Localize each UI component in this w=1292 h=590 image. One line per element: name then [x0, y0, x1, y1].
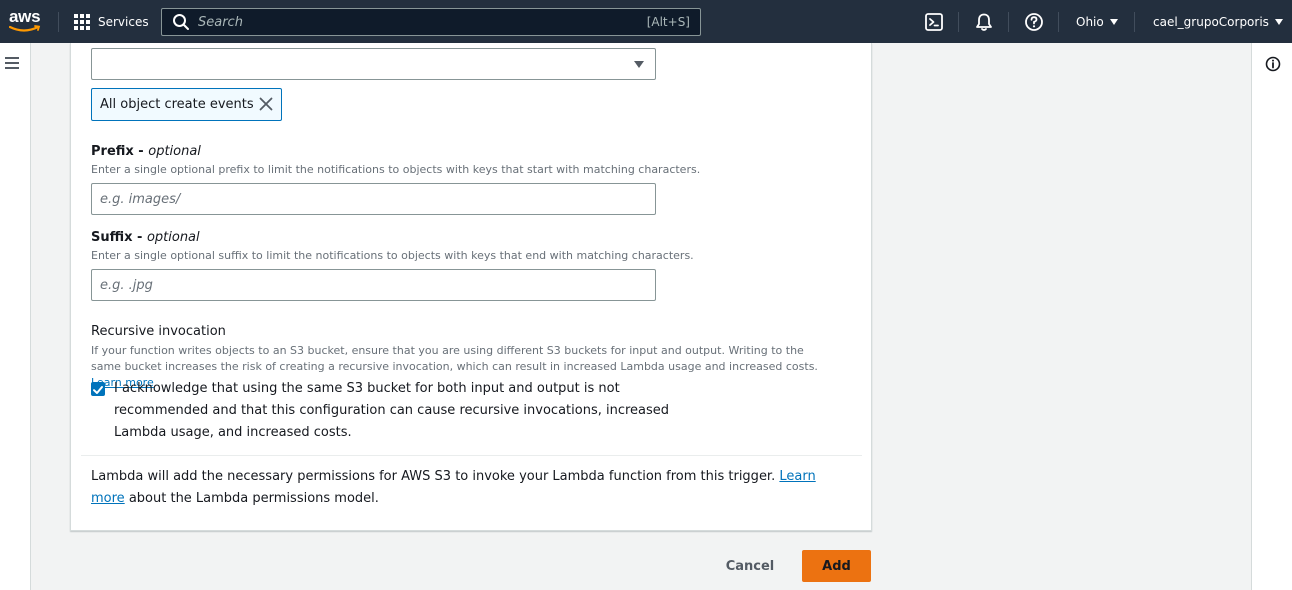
event-types-select[interactable]: [91, 48, 656, 80]
suffix-input[interactable]: [91, 269, 656, 301]
nav-divider: [1008, 12, 1009, 32]
caret-down-icon: [1274, 18, 1283, 25]
search-shortcut: [Alt+S]: [646, 15, 690, 29]
account-label: cael_grupoCorporis: [1153, 14, 1269, 29]
suffix-label: Suffix - optional: [91, 230, 200, 245]
section-divider: [81, 455, 862, 456]
left-navigation-rail: [0, 43, 31, 590]
search-box[interactable]: Search [Alt+S]: [161, 8, 701, 36]
region-label: Ohio: [1076, 14, 1104, 29]
info-icon[interactable]: [1265, 56, 1281, 72]
prefix-input[interactable]: [91, 183, 656, 215]
aws-logo-text: aws: [9, 7, 41, 26]
nav-divider: [1058, 12, 1059, 32]
search-icon: [173, 14, 189, 30]
recursive-description-text: If your function writes objects to an S3…: [91, 344, 818, 373]
prefix-optional-text: optional: [148, 144, 201, 159]
services-grid-icon: [74, 13, 90, 30]
caret-down-icon: [1109, 18, 1118, 25]
nav-divider: [58, 12, 59, 32]
cloudshell-icon[interactable]: [924, 12, 944, 32]
services-label: Services: [98, 14, 149, 29]
caret-down-icon: [634, 61, 644, 68]
permissions-suffix-text: about the Lambda permissions model.: [128, 491, 379, 506]
services-menu[interactable]: Services: [74, 0, 149, 43]
help-icon[interactable]: [1024, 12, 1044, 32]
prefix-label-text: Prefix -: [91, 144, 149, 159]
event-type-token-label: All object create events: [100, 97, 254, 112]
top-navigation: aws Services Search [Alt+S] Ohio cael_gr…: [0, 0, 1292, 43]
acknowledge-checkbox[interactable]: [91, 382, 105, 396]
nav-divider: [1134, 12, 1135, 32]
search-input[interactable]: Search: [198, 15, 647, 30]
bell-icon[interactable]: [974, 12, 994, 32]
lambda-permissions-note: Lambda will add the necessary permission…: [91, 466, 851, 510]
aws-smile-icon: [9, 25, 41, 32]
prefix-label: Prefix - optional: [91, 144, 201, 159]
permissions-text: Lambda will add the necessary permission…: [91, 469, 776, 484]
suffix-optional-text: optional: [146, 230, 200, 245]
suffix-label-text: Suffix -: [91, 230, 147, 245]
region-selector[interactable]: Ohio: [1076, 0, 1118, 43]
aws-logo[interactable]: aws: [9, 7, 43, 35]
trigger-configuration-panel: All object create events Prefix - option…: [70, 43, 872, 531]
recursive-invocation-heading: Recursive invocation: [91, 324, 226, 339]
cancel-button[interactable]: Cancel: [712, 550, 788, 582]
event-type-token: All object create events: [91, 88, 282, 121]
add-button[interactable]: Add: [802, 550, 871, 582]
remove-token-icon[interactable]: [259, 97, 273, 111]
prefix-description: Enter a single optional prefix to limit …: [91, 163, 701, 176]
acknowledge-label: I acknowledge that using the same S3 buc…: [114, 381, 670, 440]
account-menu[interactable]: cael_grupoCorporis: [1153, 0, 1283, 43]
right-tools-rail: [1251, 43, 1292, 590]
checkmark-icon: [93, 386, 103, 394]
nav-divider: [958, 12, 959, 32]
hamburger-menu-icon[interactable]: [5, 57, 19, 69]
suffix-description: Enter a single optional suffix to limit …: [91, 249, 694, 262]
